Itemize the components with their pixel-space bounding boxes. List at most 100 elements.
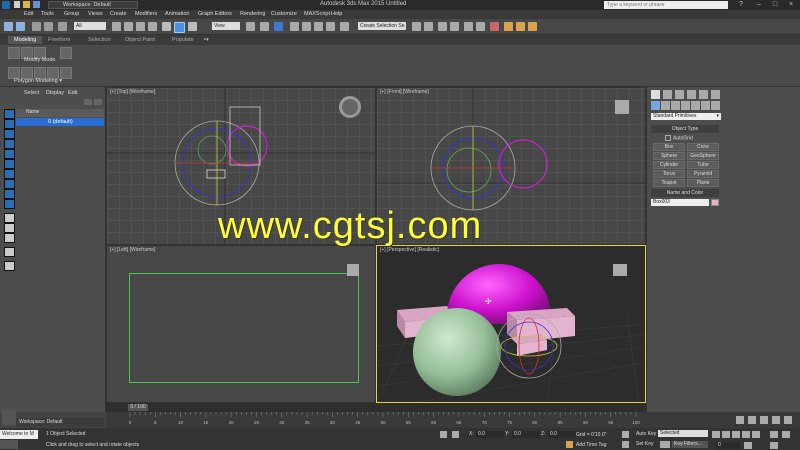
render-production-icon[interactable] <box>528 22 537 31</box>
viewport-perspective[interactable]: [+] [Perspective] [Realistic] ✢ <box>376 245 646 403</box>
curve-editor-icon[interactable] <box>464 22 473 31</box>
utilities-tab-icon[interactable] <box>711 90 720 99</box>
systems-icon[interactable] <box>711 101 720 110</box>
cameras-icon[interactable] <box>681 101 690 110</box>
zoom-extents-icon[interactable] <box>760 416 768 424</box>
auto-key-button[interactable]: Auto Key <box>636 431 656 438</box>
current-frame-field[interactable]: 0 <box>716 442 740 449</box>
next-frame-icon[interactable] <box>742 431 750 438</box>
menu-edit[interactable]: Edit <box>24 11 33 17</box>
viewcube-perspective[interactable] <box>613 264 627 276</box>
reference-coordinate-dropdown[interactable]: View <box>212 22 240 30</box>
viewport-left-label[interactable]: [+] [Left] [Wireframe] <box>110 247 155 253</box>
percent-snap-icon[interactable] <box>314 22 323 31</box>
select-by-name-icon[interactable] <box>124 22 133 31</box>
save-icon[interactable] <box>33 1 40 8</box>
key-filters-button[interactable]: Key Filters... <box>672 441 708 448</box>
search-input[interactable]: Type a keyword or phrase <box>604 1 728 9</box>
scene-options-icon[interactable] <box>84 99 92 105</box>
lights-icon[interactable] <box>671 101 680 110</box>
select-move-icon[interactable] <box>162 22 171 31</box>
workspace-dropdown[interactable]: Workspace: Default <box>48 1 138 9</box>
torus-button[interactable]: Torus <box>653 170 685 178</box>
transform-type-in-icon[interactable] <box>452 431 459 438</box>
geometry-icon[interactable] <box>651 101 660 110</box>
display-tab-icon[interactable] <box>699 90 708 99</box>
key-icon[interactable] <box>622 431 629 438</box>
pivot-center-icon[interactable] <box>246 22 255 31</box>
tab-populate[interactable]: Populate <box>172 37 194 43</box>
tab-object-paint[interactable]: Object Paint <box>125 37 155 43</box>
scene-tab-display[interactable]: Display <box>46 90 64 96</box>
key-mode-dropdown[interactable]: Selected <box>658 430 708 437</box>
named-selection-dropdown[interactable]: Create Selection Se <box>358 22 406 30</box>
teapot-button[interactable]: Teapot <box>653 179 685 187</box>
viewport-perspective-label[interactable]: [+] [Perspective] [Realistic] <box>380 247 439 253</box>
select-scale-icon[interactable] <box>188 22 197 31</box>
selection-lock-icon[interactable] <box>440 431 447 438</box>
select-rotate-icon[interactable] <box>174 22 185 33</box>
display-groups-icon[interactable] <box>4 169 15 179</box>
menu-views[interactable]: Views <box>88 11 103 17</box>
maximize-button[interactable]: □ <box>768 1 782 9</box>
shapes-icon[interactable] <box>661 101 670 110</box>
orbit-icon[interactable] <box>784 416 792 424</box>
previous-frame-icon[interactable] <box>722 431 730 438</box>
geosphere-button[interactable]: GeoSphere <box>687 152 719 160</box>
zoom-icon[interactable] <box>736 416 744 424</box>
ribbon-tool-1-icon[interactable] <box>8 47 20 59</box>
align-icon[interactable] <box>424 22 433 31</box>
status-toggle-icon[interactable] <box>0 440 18 449</box>
display-xrefs-icon[interactable] <box>4 179 15 189</box>
default-tangents-icon[interactable] <box>660 441 670 448</box>
set-key-icon[interactable] <box>622 441 629 448</box>
maxscript-listener[interactable]: Welcome to M <box>0 430 38 439</box>
menu-create[interactable]: Create <box>110 11 127 17</box>
hierarchy-tab-icon[interactable] <box>675 90 684 99</box>
menu-modifiers[interactable]: Modifiers <box>135 11 157 17</box>
polygon-modeling-dropdown[interactable]: Polygon Modeling ▾ <box>14 78 62 84</box>
object-name-field[interactable]: Box003 <box>651 199 709 206</box>
edit-named-selection-icon[interactable] <box>340 22 349 31</box>
scene-tab-edit[interactable]: Edit <box>68 90 77 96</box>
field-of-view-icon[interactable] <box>770 431 778 438</box>
display-helpers-icon[interactable] <box>4 149 15 159</box>
menu-group[interactable]: Group <box>64 11 79 17</box>
layer-manager-icon[interactable] <box>438 22 447 31</box>
snaps-toggle-icon[interactable] <box>290 22 299 31</box>
display-none-icon[interactable] <box>4 223 15 233</box>
viewcube-left[interactable] <box>347 264 359 276</box>
cylinder-button[interactable]: Cylinder <box>653 161 685 169</box>
time-slider[interactable]: 0 / 100 <box>106 403 646 412</box>
add-time-tag[interactable]: Add Time Tag <box>576 442 606 448</box>
display-invert-icon[interactable] <box>4 233 15 243</box>
keyboard-shortcut-icon[interactable] <box>274 22 283 31</box>
scene-close-icon[interactable] <box>94 99 102 105</box>
cone-button[interactable]: Cone <box>687 143 719 151</box>
plane-button[interactable]: Plane <box>687 179 719 187</box>
space-warps-icon[interactable] <box>701 101 710 110</box>
material-editor-icon[interactable] <box>490 22 499 31</box>
display-bones-icon[interactable] <box>4 189 15 199</box>
tab-modeling[interactable]: Modeling <box>8 36 43 44</box>
close-button[interactable]: × <box>784 1 798 9</box>
create-tab-icon[interactable] <box>651 90 660 99</box>
modify-tab-icon[interactable] <box>663 90 672 99</box>
walk-through-icon[interactable] <box>782 431 790 438</box>
go-to-end-icon[interactable] <box>752 431 760 438</box>
display-geometry-icon[interactable] <box>4 109 15 119</box>
primitive-category-dropdown[interactable]: Standard Primitives ▾ <box>651 113 721 120</box>
select-object-icon[interactable] <box>112 22 121 31</box>
track-bar[interactable]: 0 5 10 15 20 25 30 35 40 45 50 55 60 65 70 75 80 85 90 95 10… <box>106 412 646 428</box>
viewport-left[interactable]: [+] [Left] [Wireframe] <box>106 245 376 403</box>
helpers-icon[interactable] <box>691 101 700 110</box>
set-key-button[interactable]: Set Key <box>636 441 654 448</box>
ribbon-tool-4-icon[interactable] <box>60 47 72 59</box>
rectangular-selection-icon[interactable] <box>136 22 145 31</box>
pyramid-button[interactable]: Pyramid <box>687 170 719 178</box>
y-coordinate[interactable]: 0.0 <box>512 431 540 438</box>
new-file-icon[interactable] <box>14 1 20 8</box>
mirror-icon[interactable] <box>412 22 421 31</box>
box-button[interactable]: Box <box>653 143 685 151</box>
object-type-rollout[interactable]: Object Type <box>651 125 719 133</box>
